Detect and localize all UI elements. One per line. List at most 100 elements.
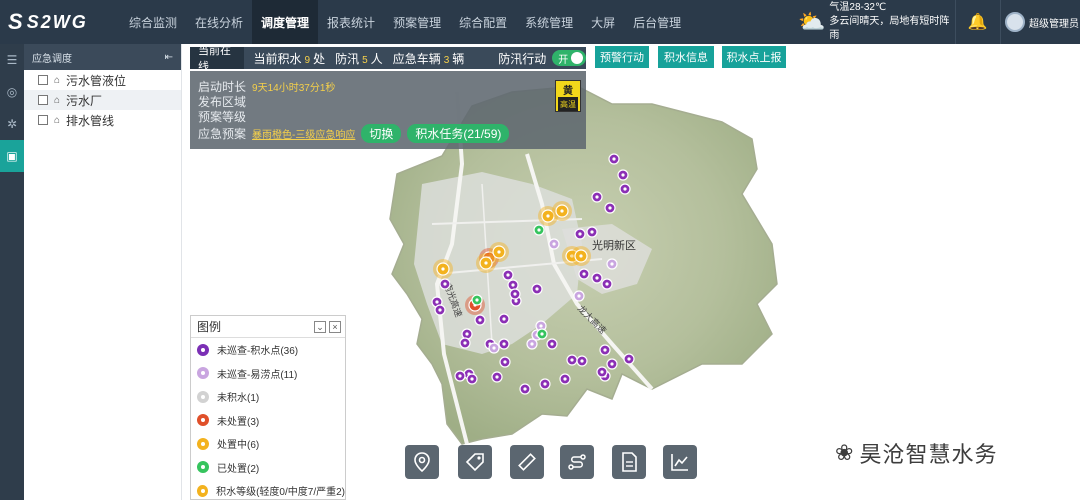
toggle-label: 开 xyxy=(558,54,569,66)
close-icon[interactable]: × xyxy=(329,320,341,333)
marker-center xyxy=(492,346,496,350)
waterlogging-label: 当前积水 xyxy=(253,51,302,66)
switch-button[interactable]: 切换 xyxy=(361,123,402,143)
chart-icon[interactable] xyxy=(663,445,697,479)
legend-marker-icon xyxy=(197,390,209,403)
ruler-icon[interactable] xyxy=(510,445,544,479)
legend-item[interactable]: 未巡查-易涝点(11) xyxy=(191,362,345,386)
marker-center xyxy=(513,292,517,296)
legend-item[interactable]: 未巡查-积水点(36) xyxy=(191,338,345,362)
flood-action-toggle[interactable]: 开 xyxy=(552,50,586,66)
task-button[interactable]: 积水任务(21/59) xyxy=(407,123,510,143)
collapse-legend-icon[interactable]: ⌄ xyxy=(314,320,326,333)
home-icon: ⌂ xyxy=(54,74,61,86)
water-info-button[interactable]: 积水信息 xyxy=(658,46,714,68)
home-icon: ⌂ xyxy=(54,114,61,126)
legend-marker-icon xyxy=(197,414,209,427)
legend-item[interactable]: 未积水(1) xyxy=(191,385,345,409)
watermark: ❀ 昊沧智慧水务 xyxy=(835,433,1075,473)
warning-action-button[interactable]: 预警行动 xyxy=(595,46,649,68)
layer-item-drain-pipe[interactable]: ⌂ 排水管线 xyxy=(24,110,181,130)
marker-center xyxy=(535,287,539,291)
marker-center xyxy=(441,267,445,271)
layer-item-sewer-level[interactable]: ⌂ 污水管液位 xyxy=(24,70,181,90)
legend-item[interactable]: 未处置(3) xyxy=(191,409,345,433)
legend-marker-icon xyxy=(197,461,209,474)
marker-center xyxy=(610,262,614,266)
nav-item-online-analysis[interactable]: 在线分析 xyxy=(186,0,252,44)
play-circle-icon[interactable]: ◎ xyxy=(0,76,24,108)
marker-center xyxy=(580,359,584,363)
marker-center xyxy=(475,298,479,302)
nav-item-dispatch[interactable]: 调度管理 xyxy=(252,0,319,44)
marker-center xyxy=(546,214,550,218)
legend-item[interactable]: 积水等级(轻度0/中度7/严重2) xyxy=(191,479,345,500)
marker-center xyxy=(465,332,469,336)
nav-item-config[interactable]: 综合配置 xyxy=(450,0,516,44)
collapse-menu-icon[interactable]: ☰ xyxy=(0,44,24,76)
legend-title: 图例 xyxy=(197,320,222,334)
layer-checkbox[interactable] xyxy=(38,75,48,85)
waterlogging-count: 9 xyxy=(304,54,311,66)
legend-item[interactable]: 已处置(2) xyxy=(191,456,345,480)
marker-center xyxy=(511,283,515,287)
nav-item-system[interactable]: 系统管理 xyxy=(516,0,582,44)
nav-item-big-screen[interactable]: 大屏 xyxy=(582,0,624,44)
badge-level: 黄 xyxy=(563,85,573,97)
flood-staff-label: 防汛 xyxy=(335,51,360,66)
marker-center xyxy=(590,230,594,234)
legend-label: 未处置(3) xyxy=(217,416,260,428)
plan-link[interactable]: 暴雨橙色-三级应急响应 xyxy=(252,126,355,141)
location-pin-icon[interactable] xyxy=(405,445,439,479)
marker-center xyxy=(539,324,543,328)
nav-item-monitoring[interactable]: 综合监测 xyxy=(120,0,186,44)
layer-item-sewage-plant[interactable]: ⌂ 污水厂 xyxy=(24,90,181,110)
marker-center xyxy=(438,308,442,312)
layer-label: 污水管液位 xyxy=(66,73,127,88)
wechat-icon: ❀ xyxy=(835,440,854,465)
nav-item-reports[interactable]: 报表统计 xyxy=(318,0,384,44)
legend-item[interactable]: 处置中(6) xyxy=(191,432,345,456)
logo-mark-icon: S xyxy=(8,9,23,34)
map-legend: 图例 ⌄ × 未巡查-积水点(36) 未巡查-易涝点(11) 未积水(1) 未处置(3… xyxy=(190,315,346,500)
marker-center xyxy=(600,370,604,374)
legend-list: 未巡查-积水点(36) 未巡查-易涝点(11) 未积水(1) 未处置(3) 处置中(6)… xyxy=(191,338,345,500)
legend-label: 处置中(6) xyxy=(217,440,260,452)
marker-center xyxy=(435,300,439,304)
user-name: 超级管理员 xyxy=(1029,18,1079,30)
route-icon[interactable] xyxy=(560,445,594,479)
home-icon: ⌂ xyxy=(54,94,61,106)
layer-checkbox[interactable] xyxy=(38,115,48,125)
marker-center xyxy=(578,232,582,236)
nav-item-backend[interactable]: 后台管理 xyxy=(624,0,690,44)
marker-center xyxy=(463,341,467,345)
marker-center xyxy=(563,377,567,381)
vehicle-unit: 辆 xyxy=(452,51,465,66)
layer-checkbox[interactable] xyxy=(38,95,48,105)
user-menu[interactable]: 超级管理员 xyxy=(1000,0,1080,44)
marker-center xyxy=(550,342,554,346)
marker-center xyxy=(612,157,616,161)
level-label: 预案等级 xyxy=(198,110,247,124)
toggle-knob xyxy=(571,52,583,64)
main-nav: 综合监测 在线分析 调度管理 报表统计 预案管理 综合配置 系统管理 大屏 后台… xyxy=(120,0,690,44)
bell-icon[interactable]: 🔔 xyxy=(955,0,999,44)
legend-marker-icon xyxy=(197,484,209,497)
marker-center xyxy=(570,358,574,362)
top-navbar: S S2WG 综合监测 在线分析 调度管理 报表统计 预案管理 综合配置 系统管… xyxy=(0,0,1080,44)
dispatch-panel-icon[interactable]: ▣ xyxy=(0,140,24,172)
marker-center xyxy=(577,294,581,298)
tab-online[interactable]: 当前在线 xyxy=(190,45,244,73)
document-icon[interactable] xyxy=(612,445,646,479)
weather-widget: ⛅ 气温28-32℃ 多云间晴天，局地有短时阵雨 xyxy=(798,2,954,41)
avatar xyxy=(1005,12,1025,32)
marker-center xyxy=(605,282,609,286)
network-icon[interactable]: ✲ xyxy=(0,108,24,140)
legend-label: 已处置(2) xyxy=(217,463,260,475)
report-waterlogging-button[interactable]: 积水点上报 xyxy=(722,46,786,68)
tag-icon[interactable] xyxy=(458,445,492,479)
collapse-panel-icon[interactable]: ⇤ xyxy=(165,52,173,63)
marker-center xyxy=(560,209,564,213)
logo[interactable]: S S2WG xyxy=(0,0,120,44)
nav-item-plans[interactable]: 预案管理 xyxy=(384,0,450,44)
